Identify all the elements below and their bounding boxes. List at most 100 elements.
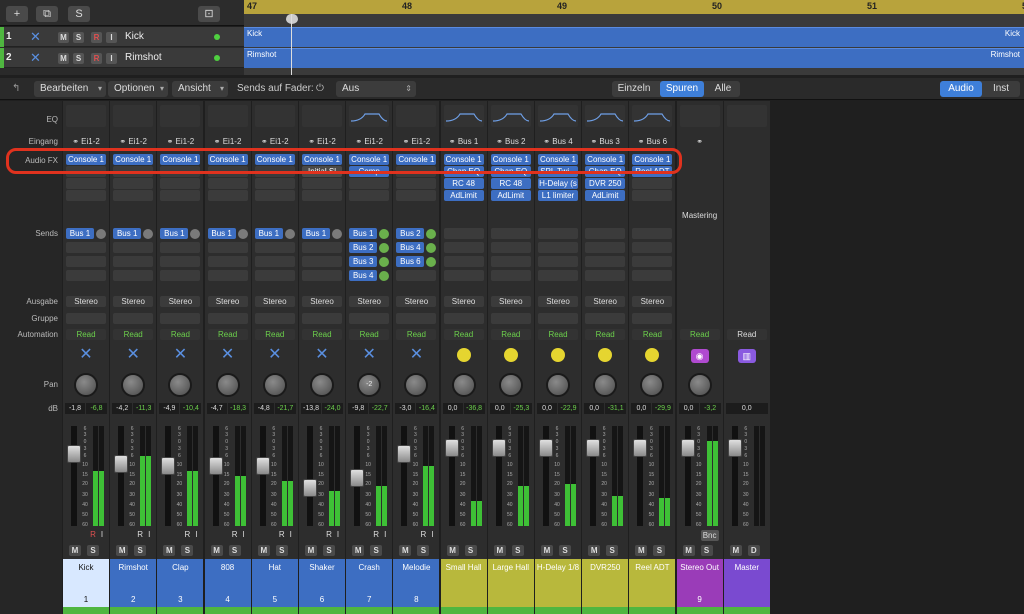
automation-mode[interactable]: Read (254, 329, 295, 340)
empty-fx-slot[interactable] (632, 190, 673, 201)
input-monitor-button[interactable]: I (334, 530, 342, 539)
mute-button[interactable]: M (729, 545, 742, 556)
drumsticks-icon[interactable]: ✕ (406, 345, 426, 365)
send-slot[interactable]: Bus 1 (160, 228, 189, 239)
record-button[interactable]: R (91, 53, 102, 64)
eq-display[interactable] (349, 105, 390, 127)
group-slot[interactable] (396, 313, 437, 324)
group-slot[interactable] (113, 313, 154, 324)
send-level-knob[interactable] (284, 228, 295, 239)
empty-send-slot[interactable] (254, 270, 295, 281)
pan-knob[interactable] (310, 373, 334, 397)
mastering-slot[interactable]: Mastering (677, 211, 723, 220)
send-slot[interactable]: Bus 1 (113, 228, 142, 239)
region-rimshot[interactable]: Rimshot Rimshot (244, 48, 1024, 68)
power-icon[interactable]: ⏻ (316, 81, 324, 97)
record-enable-button[interactable]: R (278, 530, 286, 539)
empty-fx-slot[interactable] (113, 178, 154, 189)
empty-send-slot[interactable] (443, 270, 484, 281)
input-slot[interactable]: ⚭ Ei1-2 (348, 136, 390, 147)
automation-mode[interactable]: Read (160, 329, 201, 340)
group-slot[interactable] (538, 313, 578, 324)
volume-fader-handle[interactable] (539, 439, 553, 457)
output-slot[interactable]: Stereo (254, 296, 295, 307)
empty-send-slot[interactable] (302, 256, 342, 267)
solo-button[interactable]: S (275, 545, 288, 556)
mute-button[interactable]: M (163, 545, 176, 556)
audio-fx-slot[interactable]: RC 48 (443, 178, 484, 189)
pan-knob[interactable] (593, 373, 618, 397)
drumsticks-icon[interactable]: ✕ (359, 345, 379, 365)
stereo-out-icon[interactable]: ◉ (690, 345, 710, 365)
record-enable-button[interactable]: R (231, 530, 239, 539)
input-slot[interactable]: ⚭ Bus 1 (443, 136, 485, 147)
solo-button[interactable]: S (228, 545, 241, 556)
channel-name-box[interactable]: DVR250 (582, 559, 629, 607)
options-menu[interactable]: Optionen ▾ (108, 81, 168, 97)
fader-track[interactable] (165, 426, 172, 526)
empty-send-slot[interactable] (538, 256, 578, 267)
send-slot[interactable]: Bus 1 (302, 228, 330, 239)
input-slot[interactable]: ⚭ Bus 4 (537, 136, 579, 147)
empty-send-slot[interactable] (490, 242, 531, 253)
empty-fx-slot[interactable] (396, 178, 437, 189)
input-slot[interactable]: ⚭ Bus 6 (631, 136, 673, 147)
pan-knob[interactable] (546, 373, 570, 397)
mute-button[interactable]: M (541, 545, 553, 556)
eq-display[interactable] (207, 105, 248, 127)
eq-display[interactable] (302, 105, 342, 127)
volume-fader-handle[interactable] (161, 457, 176, 475)
input-slot[interactable]: ⚭ Ei1-2 (301, 136, 343, 147)
volume-fader-handle[interactable] (67, 445, 81, 463)
eq-display[interactable] (254, 105, 295, 127)
send-level-knob[interactable] (426, 256, 437, 267)
empty-send-slot[interactable] (207, 270, 248, 281)
output-slot[interactable]: Stereo (538, 296, 578, 307)
edit-menu[interactable]: Bearbeiten ▾ (34, 81, 106, 97)
send-slot[interactable]: Bus 1 (349, 228, 378, 239)
playhead-handle[interactable] (286, 14, 298, 24)
input-monitor-button[interactable]: I (106, 32, 117, 43)
eq-display[interactable] (396, 105, 437, 127)
empty-fx-slot[interactable] (349, 190, 390, 201)
output-slot[interactable]: Stereo (302, 296, 342, 307)
volume-fader-handle[interactable] (114, 455, 129, 473)
empty-fx-slot[interactable] (66, 190, 106, 201)
record-enable-button[interactable]: R (372, 530, 380, 539)
sends-on-fader-select[interactable]: Aus ⇕ (336, 81, 416, 97)
send-slot[interactable]: Bus 4 (396, 242, 425, 253)
fader-track[interactable] (307, 426, 313, 526)
empty-send-slot[interactable] (66, 270, 106, 281)
audio-fx-slot[interactable]: AdLimit (490, 190, 531, 201)
back-icon[interactable]: ↰ (12, 81, 20, 97)
empty-send-slot[interactable] (66, 256, 106, 267)
aux-knob-icon[interactable] (595, 345, 615, 365)
send-slot[interactable]: Bus 4 (349, 270, 378, 281)
drumsticks-icon[interactable]: ✕ (312, 345, 332, 365)
empty-send-slot[interactable] (302, 270, 342, 281)
empty-send-slot[interactable] (113, 270, 154, 281)
send-slot[interactable]: Bus 3 (349, 256, 378, 267)
pan-knob[interactable] (687, 373, 712, 397)
automation-mode[interactable]: Read (490, 329, 531, 340)
group-slot[interactable] (160, 313, 201, 324)
send-level-knob[interactable] (426, 242, 437, 253)
channel-name-box[interactable]: Large Hall (487, 559, 534, 607)
send-level-knob[interactable] (237, 228, 248, 239)
aux-knob-icon[interactable] (454, 345, 474, 365)
empty-send-slot[interactable] (396, 270, 437, 281)
pan-knob[interactable] (262, 373, 287, 397)
channel-name-box[interactable]: Rimshot 2 (110, 559, 157, 607)
automation-mode[interactable]: Read (632, 329, 673, 340)
input-slot[interactable]: ⚭ Bus 3 (584, 136, 626, 147)
audio-fx-slot[interactable]: DVR 250 (585, 178, 626, 189)
send-level-knob[interactable] (332, 228, 342, 239)
channel-name-box[interactable]: Crash 7 (346, 559, 393, 607)
drumsticks-icon[interactable]: ✕ (123, 345, 143, 365)
empty-send-slot[interactable] (490, 270, 531, 281)
send-level-knob[interactable] (379, 228, 390, 239)
empty-send-slot[interactable] (585, 242, 626, 253)
volume-fader-handle[interactable] (680, 439, 695, 457)
view-menu[interactable]: Ansicht ▾ (172, 81, 228, 97)
channel-name-box[interactable]: Hat 5 (251, 559, 298, 607)
